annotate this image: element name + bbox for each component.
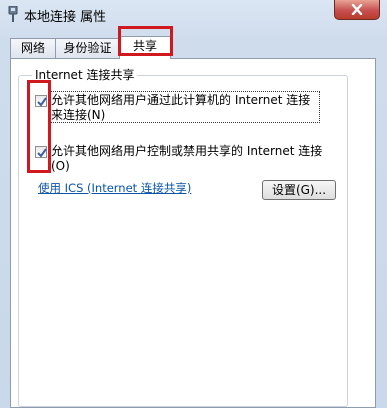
ics-groupbox xyxy=(18,75,348,407)
sharing-tab-highlight xyxy=(118,26,173,56)
focus-rectangle xyxy=(48,91,320,123)
checkbox-highlight xyxy=(27,80,51,173)
settings-button[interactable]: 设置(G)... xyxy=(262,180,336,200)
tab-authentication[interactable]: 身份验证 xyxy=(55,38,120,58)
properties-window: 本地连接 属性 网络 身份验证 共享 Internet 连接共享 允许其他网络用… xyxy=(0,0,387,408)
close-icon xyxy=(351,4,363,15)
allow-control-label-line1: 允许其他网络用户控制或禁用共享的 Internet 连接 xyxy=(51,144,323,158)
close-button[interactable] xyxy=(334,0,380,20)
network-adapter-icon xyxy=(8,5,18,22)
ics-help-link[interactable]: 使用 ICS (Internet 连接共享) xyxy=(38,180,191,196)
title-bar[interactable]: 本地连接 属性 xyxy=(0,0,387,30)
window-title: 本地连接 属性 xyxy=(24,10,107,25)
allow-control-label-line2: (O) xyxy=(51,159,70,173)
tab-network[interactable]: 网络 xyxy=(10,38,56,58)
